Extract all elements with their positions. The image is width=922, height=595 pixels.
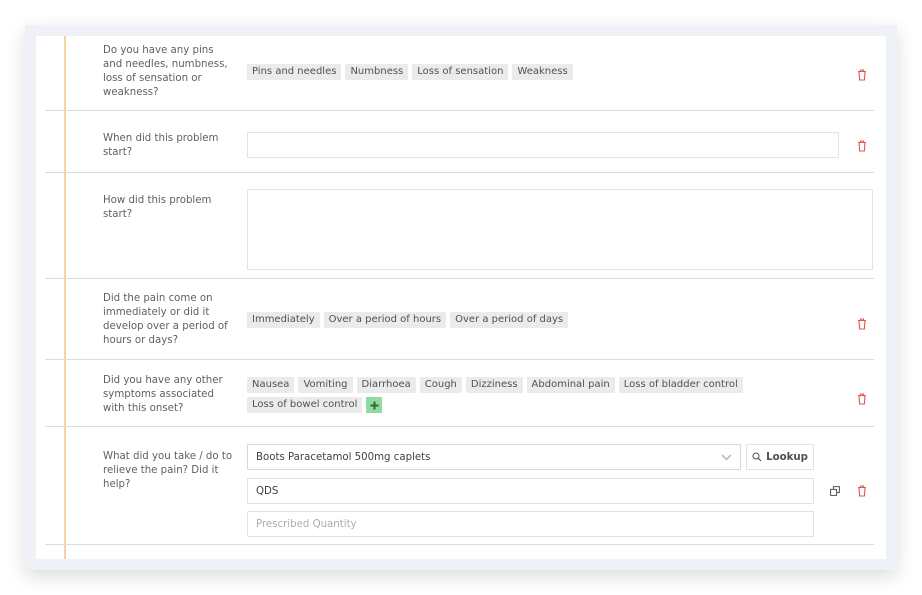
question-label: How did this problem start? [103, 195, 212, 220]
lookup-label: Lookup [766, 451, 808, 463]
tag-option[interactable]: Weakness [512, 64, 573, 80]
question-label: Did you have any other symptoms associat… [103, 375, 223, 414]
tag-option[interactable]: Immediately [247, 312, 320, 328]
tag-option[interactable]: Over a period of hours [323, 312, 447, 328]
how-started-textarea[interactable] [247, 189, 873, 270]
question-label: What did you take / do to relieve the pa… [103, 451, 233, 490]
plus-icon [370, 401, 379, 409]
question-label: Do you have any pins and needles, numbne… [103, 45, 228, 98]
medication-select[interactable]: Boots Paracetamol 500mg caplets [247, 444, 741, 470]
question-panel: Do you have any pins and needles, numbne… [36, 36, 886, 559]
dosage-input[interactable]: QDS [247, 478, 814, 504]
question-row-pain-onset: Did the pain come on immediately or did … [45, 279, 874, 360]
question-label: When did this problem start? [103, 133, 219, 158]
answer-tags: Nausea Vomiting Diarrhoea Cough Dizzines… [247, 377, 747, 413]
trash-icon[interactable] [857, 140, 867, 152]
question-row-when-start: When did this problem start? [45, 111, 874, 173]
tag-option[interactable]: Pins and needles [247, 64, 342, 80]
question-row-how-start: How did this problem start? [45, 173, 874, 279]
chevron-down-icon [721, 453, 732, 461]
question-row-pins-needles: Do you have any pins and needles, numbne… [45, 36, 874, 111]
lookup-button[interactable]: Lookup [746, 444, 814, 470]
tag-option[interactable]: Abdominal pain [526, 377, 615, 393]
add-tag-button[interactable] [366, 397, 383, 413]
tag-option[interactable]: Vomiting [298, 377, 353, 393]
tag-option[interactable]: Loss of bladder control [618, 377, 743, 393]
trash-icon[interactable] [857, 485, 867, 497]
tag-option[interactable]: Diarrhoea [356, 377, 416, 393]
tag-option[interactable]: Loss of sensation [412, 64, 509, 80]
trash-icon[interactable] [857, 393, 867, 405]
tag-option[interactable]: Dizziness [465, 377, 523, 393]
search-icon [752, 452, 762, 462]
trash-icon[interactable] [857, 318, 867, 330]
answer-tags: Immediately Over a period of hours Over … [247, 312, 767, 328]
tag-option[interactable]: Cough [419, 377, 462, 393]
trash-icon[interactable] [857, 69, 867, 81]
copy-icon[interactable] [830, 486, 841, 497]
answer-tags: Pins and needles Numbness Loss of sensat… [247, 64, 767, 80]
question-row-pain-relief: What did you take / do to relieve the pa… [45, 427, 874, 545]
medication-value: Boots Paracetamol 500mg caplets [256, 451, 431, 463]
tag-option[interactable]: Loss of bowel control [247, 397, 363, 413]
tag-option[interactable]: Numbness [345, 64, 409, 80]
question-row-other-symptoms: Did you have any other symptoms associat… [45, 360, 874, 427]
when-started-input[interactable] [247, 132, 839, 158]
quantity-input[interactable]: Prescribed Quantity [247, 511, 814, 537]
form-frame: Do you have any pins and needles, numbne… [25, 25, 897, 570]
tag-option[interactable]: Nausea [247, 377, 295, 393]
tag-option[interactable]: Over a period of days [450, 312, 569, 328]
question-label: Did the pain come on immediately or did … [103, 293, 228, 346]
